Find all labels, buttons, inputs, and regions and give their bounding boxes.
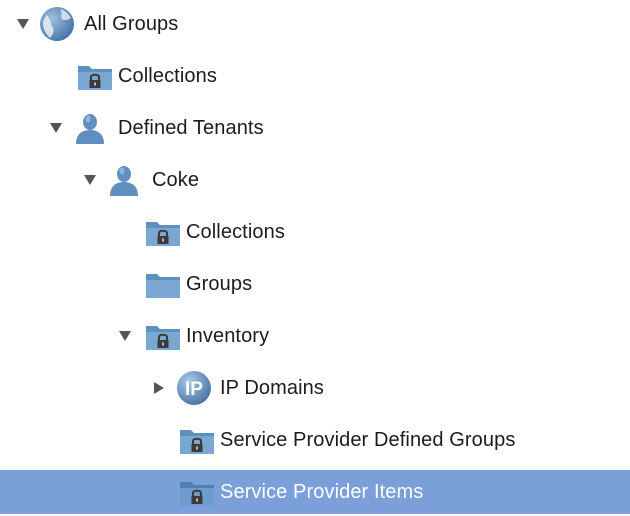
- locked-folder-icon: [144, 210, 182, 254]
- locked-folder-icon: [76, 54, 114, 98]
- tree-node-defined-tenants[interactable]: Defined Tenants: [0, 106, 630, 150]
- ip-icon: IP: [175, 366, 213, 410]
- expanded-arrow-icon[interactable]: [14, 2, 32, 46]
- tree-node-all-groups[interactable]: All Groups: [0, 2, 630, 46]
- person-icon: [106, 158, 144, 202]
- tree-node-inventory[interactable]: Inventory: [0, 314, 630, 358]
- tree-node-service-provider-items[interactable]: Service Provider Items: [0, 470, 630, 514]
- expanded-arrow-icon[interactable]: [116, 314, 134, 358]
- tree-node-label: All Groups: [84, 13, 179, 35]
- navigation-tree: All Groups Collections Defined Tenants C…: [0, 0, 630, 516]
- tree-node-label: Service Provider Items: [220, 481, 424, 503]
- locked-folder-icon: [178, 470, 216, 514]
- tree-node-coke[interactable]: Coke: [0, 158, 630, 202]
- tree-node-service-provider-defined-groups[interactable]: Service Provider Defined Groups: [0, 418, 630, 462]
- tree-node-label: Defined Tenants: [118, 117, 264, 139]
- locked-folder-icon: [144, 314, 182, 358]
- tree-node-label: Inventory: [186, 325, 270, 347]
- locked-folder-icon: [178, 418, 216, 462]
- expanded-arrow-icon[interactable]: [47, 106, 65, 150]
- tree-node-label: IP Domains: [220, 377, 325, 399]
- tree-node-label: Collections: [118, 65, 217, 87]
- tree-node-label: Groups: [186, 273, 253, 295]
- ip-icon-text: IP: [185, 379, 203, 400]
- tree-node-label: Collections: [186, 221, 285, 243]
- folder-icon: [144, 262, 182, 306]
- tree-node-label: Service Provider Defined Groups: [220, 429, 516, 451]
- tree-node-groups[interactable]: Groups: [0, 262, 630, 306]
- globe-icon: [38, 2, 76, 46]
- tree-node-label: Coke: [152, 169, 200, 191]
- tree-node-coke-collections[interactable]: Collections: [0, 210, 630, 254]
- collapsed-arrow-icon[interactable]: [150, 366, 168, 410]
- tree-node-ip-domains[interactable]: IP IP Domains: [0, 366, 630, 410]
- person-icon: [72, 106, 110, 150]
- tree-node-collections[interactable]: Collections: [0, 54, 630, 98]
- expanded-arrow-icon[interactable]: [81, 158, 99, 202]
